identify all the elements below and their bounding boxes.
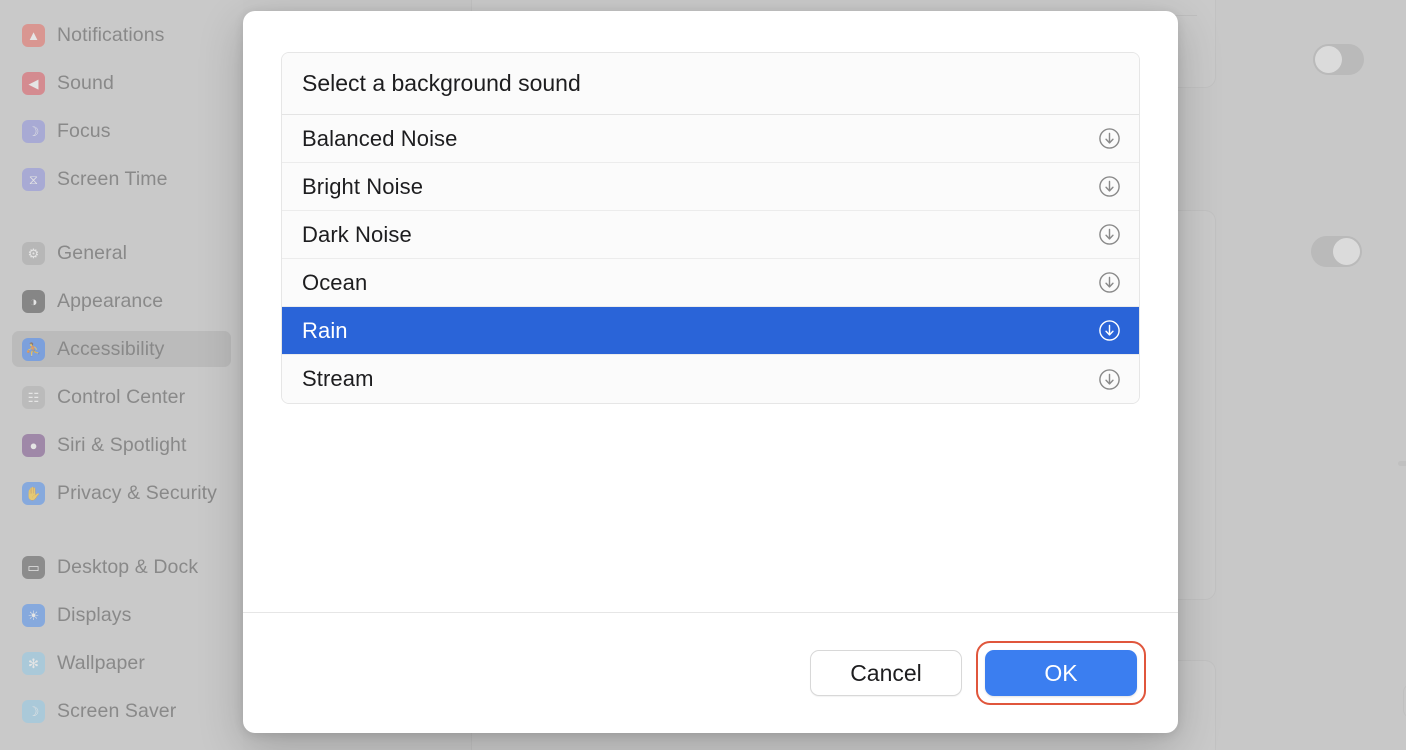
download-circle-icon[interactable]	[1098, 368, 1121, 391]
sound-list-item[interactable]: Dark Noise	[282, 211, 1139, 259]
ok-button[interactable]: OK	[985, 650, 1137, 696]
sound-name: Balanced Noise	[302, 126, 458, 152]
download-circle-icon[interactable]	[1098, 223, 1121, 246]
sound-name: Stream	[302, 366, 374, 392]
sound-list-item[interactable]: Balanced Noise	[282, 115, 1139, 163]
download-circle-icon[interactable]	[1098, 271, 1121, 294]
sound-list-item[interactable]: Rain	[282, 307, 1139, 355]
screen-root: ▲Notifications◀Sound☽Focus⧖Screen Time⚙G…	[0, 0, 1406, 750]
sound-list-item[interactable]: Ocean	[282, 259, 1139, 307]
dialog-title: Select a background sound	[282, 53, 1139, 115]
sound-name: Bright Noise	[302, 174, 423, 200]
download-circle-icon[interactable]	[1098, 319, 1121, 342]
sound-list-item[interactable]: Stream	[282, 355, 1139, 403]
download-circle-icon[interactable]	[1098, 127, 1121, 150]
ok-button-highlight-ring: OK	[976, 641, 1146, 705]
download-circle-icon[interactable]	[1098, 175, 1121, 198]
sound-list-container: Select a background sound Balanced Noise…	[281, 52, 1140, 404]
cancel-button[interactable]: Cancel	[810, 650, 962, 696]
sound-list-item[interactable]: Bright Noise	[282, 163, 1139, 211]
sound-name: Dark Noise	[302, 222, 412, 248]
background-sound-dialog: Select a background sound Balanced Noise…	[243, 11, 1178, 733]
sound-name: Rain	[302, 318, 348, 344]
sound-name: Ocean	[302, 270, 367, 296]
dialog-footer: Cancel OK	[243, 613, 1178, 733]
